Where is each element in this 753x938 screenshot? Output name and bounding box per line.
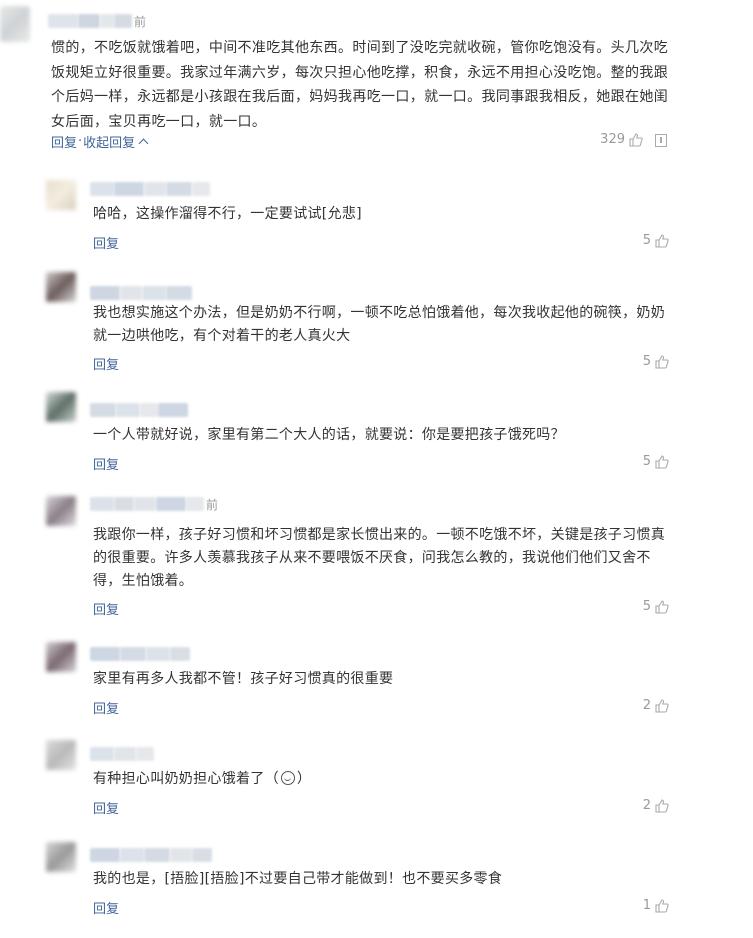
like-button[interactable]: 5 — [643, 354, 669, 369]
collapse-replies-button[interactable]: 收起回复 — [83, 132, 135, 151]
reply-button[interactable]: 回复 — [93, 454, 119, 473]
username-blurred[interactable] — [90, 284, 192, 302]
avatar[interactable] — [46, 392, 76, 422]
thumb-up-icon[interactable] — [655, 898, 669, 913]
reply-button[interactable]: 回复 — [51, 132, 77, 151]
username-blurred[interactable] — [90, 645, 190, 663]
avatar[interactable] — [46, 740, 76, 770]
comment-actions: 回复 · 收起回复 — [51, 132, 149, 151]
username-blurred[interactable] — [90, 846, 212, 864]
reply-text: 家里有再多人我都不管！孩子好习惯真的很重要 — [93, 671, 394, 687]
thumb-up-icon[interactable] — [655, 798, 669, 813]
like-count: 329 — [600, 132, 625, 147]
reply-text-part: ） — [296, 771, 312, 787]
avatar[interactable] — [46, 180, 76, 210]
thumb-up-icon[interactable] — [655, 233, 669, 248]
username-blurred[interactable] — [90, 180, 210, 198]
like-count: 2 — [642, 698, 651, 713]
comment-time: 前 — [206, 497, 219, 512]
reply-text: 我的也是，[捂脸][捂脸]不过要自己带才能做到！也不要买多零食 — [93, 871, 503, 887]
avatar[interactable] — [46, 642, 76, 672]
like-count: 5 — [642, 233, 651, 248]
like-button[interactable]: 1 — [643, 898, 669, 913]
thumb-up-icon[interactable] — [629, 132, 643, 147]
username-blurred[interactable]: 前 — [90, 495, 218, 513]
thumb-up-icon[interactable] — [655, 354, 669, 369]
reply-text: 我也想实施这个办法，但是奶奶不行啊，一顿不吃总怕饿着他，每次我收起他的碗筷，奶奶… — [93, 305, 665, 344]
reply-button[interactable]: 回复 — [93, 599, 119, 618]
like-count: 1 — [642, 898, 651, 913]
like-button[interactable]: 329 — [600, 132, 643, 147]
grin-emoji-icon — [280, 771, 295, 785]
chevron-up-icon[interactable] — [138, 138, 149, 149]
comment-thread: 前 惯的，不吃饭就饿着吧，中间不准吃其他东西。时间到了没吃完就收碗，管你吃饱没有… — [0, 0, 753, 938]
like-button[interactable]: 5 — [643, 599, 669, 614]
reply-button[interactable]: 回复 — [93, 798, 119, 817]
thumb-up-icon[interactable] — [655, 454, 669, 469]
like-count: 5 — [642, 599, 651, 614]
reply-text: 我跟你一样，孩子好习惯和坏习惯都是家长惯出来的。一顿不吃饿不坏，关键是孩子习惯真… — [93, 527, 665, 589]
thumb-up-icon[interactable] — [655, 599, 669, 614]
reply-button[interactable]: 回复 — [93, 354, 119, 373]
comment-time: 前 — [134, 14, 147, 29]
reply-text: 有种担心叫奶奶担心饿着了（ ） — [93, 768, 671, 791]
reply-text-part: 有种担心叫奶奶担心饿着了（ — [93, 771, 279, 787]
reply-button[interactable]: 回复 — [93, 898, 119, 917]
like-button[interactable]: 2 — [643, 698, 669, 713]
comment-text: 惯的，不吃饭就饿着吧，中间不准吃其他东西。时间到了没吃完就收碗，管你吃饱没有。头… — [51, 40, 669, 130]
like-button[interactable]: 2 — [643, 798, 669, 813]
parent-comment: 前 惯的，不吃饭就饿着吧，中间不准吃其他东西。时间到了没吃完就收碗，管你吃饱没有… — [0, 0, 753, 160]
reply-button[interactable]: 回复 — [93, 698, 119, 717]
avatar[interactable] — [46, 496, 76, 526]
avatar[interactable] — [0, 6, 30, 42]
username-blurred[interactable] — [90, 745, 154, 763]
username-blurred[interactable]: 前 — [48, 12, 146, 30]
like-count: 5 — [642, 454, 651, 469]
separator: · — [78, 134, 83, 149]
reply-text: 哈哈，这操作溜得不行，一定要试试[允悲] — [93, 206, 362, 222]
like-button[interactable]: 5 — [643, 454, 669, 469]
avatar[interactable] — [46, 272, 76, 302]
avatar[interactable] — [46, 842, 76, 872]
like-count: 5 — [642, 354, 651, 369]
username-blurred[interactable] — [90, 401, 188, 419]
report-icon[interactable] — [655, 134, 667, 147]
thumb-up-icon[interactable] — [655, 698, 669, 713]
reply-button[interactable]: 回复 — [93, 233, 119, 252]
like-count: 2 — [642, 798, 651, 813]
like-button[interactable]: 5 — [643, 233, 669, 248]
reply-text: 一个人带就好说，家里有第二个大人的话，就要说：你是要把孩子饿死吗？ — [93, 427, 565, 443]
